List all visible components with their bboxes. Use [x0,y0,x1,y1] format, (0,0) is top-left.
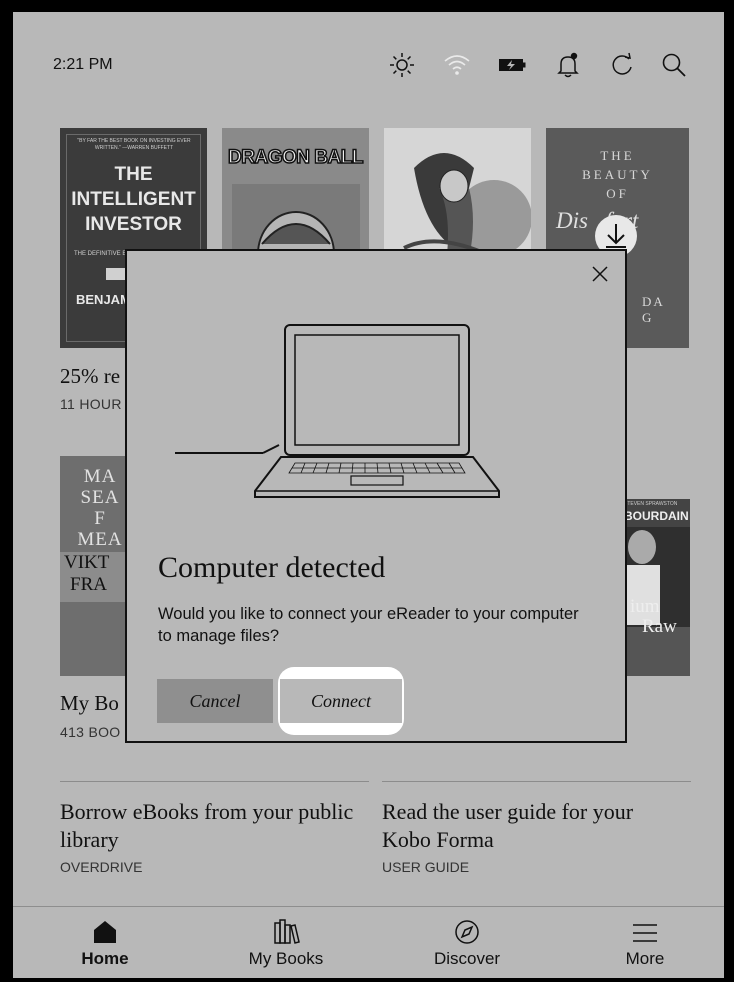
cover-title-line: INVESTOR [85,214,182,235]
cover-subtitle: THE DEFINITIVE B [74,251,127,257]
cover-title-line: OF [606,186,629,201]
promo-overdrive-sub: OVERDRIVE [60,859,143,875]
shelf-my-books-sub: 413 BOO [60,724,121,740]
nav-my-books[interactable]: My Books [216,907,356,978]
brightness-icon[interactable] [387,50,417,80]
dialog-message: Would you like to connect your eReader t… [158,605,579,645]
cover-logo: DRAGON BALL [227,146,364,169]
compass-icon [455,920,479,944]
cover-author-line: FRA [70,574,107,595]
connect-button[interactable]: Connect [280,679,402,723]
cover-quote: "BY FAR THE BEST BOOK ON INVESTING EVER … [77,138,191,151]
dialog-title: Computer detected [158,551,386,584]
cover-author-line: G [642,310,654,325]
cover-author-line: VIKT [64,552,110,573]
bottom-nav: Home My Books Discover More [13,906,724,978]
cover-title-line: ium [630,596,660,617]
nav-my-books-label: My Books [248,949,324,968]
computer-detected-dialog: Computer detected Would you like to conn… [125,249,627,743]
nav-more-label: More [625,949,665,968]
cover-title-line: THE [600,148,635,163]
promo-user-guide-sub: USER GUIDE [382,859,470,875]
notification-bell-icon[interactable] [553,50,583,80]
nav-discover-label: Discover [433,949,501,968]
battery-charging-icon [499,59,526,71]
wifi-icon[interactable] [442,50,472,80]
cover-quote: STEVEN SPRAWSTON [624,501,678,507]
cover-title-line: Raw [642,616,677,637]
close-icon[interactable] [589,263,611,285]
home-icon [94,921,116,943]
status-bar [13,50,724,80]
cover-title-line: INTELLIGENT [71,189,196,210]
sync-icon[interactable] [607,50,637,80]
menu-icon [633,924,657,942]
promo-user-guide-title[interactable]: Read the user guide for your Kobo Forma [382,798,682,854]
laptop-icon [175,324,500,498]
cover-author: BENJAM [76,292,131,307]
cancel-button[interactable]: Cancel [157,679,273,723]
cover-title-line: BEAUTY [582,167,653,182]
cover-author-line: DA [642,294,665,309]
ereader-screen: 2:21 PM "BY FAR THE BEST BOOK ON INVESTI… [13,12,724,978]
cover-author: BOURDAIN [624,509,689,523]
nav-discover[interactable]: Discover [397,907,537,978]
nav-more[interactable]: More [575,907,715,978]
shelf-my-books-title[interactable]: My Bo [60,691,119,716]
search-icon[interactable] [659,50,689,80]
device-frame: 2:21 PM "BY FAR THE BEST BOOK ON INVESTI… [0,0,734,982]
nav-home[interactable]: Home [35,907,175,978]
divider [382,781,691,782]
nav-home-label: Home [81,949,129,968]
book-cover-medium-raw[interactable]: STEVEN SPRAWSTON BOURDAIN ium Raw [622,499,690,676]
cover-title-line: THE [114,164,153,185]
my-books-icon [274,919,300,944]
divider [60,781,369,782]
shelf-reading-sub: 11 HOUR [60,396,122,412]
shelf-reading-title[interactable]: 25% re [60,364,120,389]
promo-overdrive-title[interactable]: Borrow eBooks from your public library [60,798,360,854]
